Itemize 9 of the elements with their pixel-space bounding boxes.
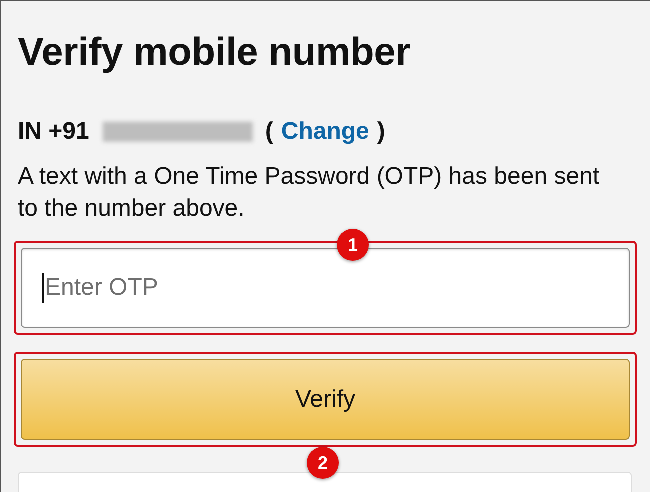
page-title: Verify mobile number	[18, 30, 412, 76]
callout-badge: 2	[307, 447, 339, 479]
country-code: IN +91	[18, 118, 90, 146]
parenthesis: )	[377, 118, 386, 146]
change-link[interactable]: Change	[281, 118, 370, 146]
verify-button[interactable]: Verify	[21, 359, 630, 440]
otp-message: A text with a One Time Password (OTP) has been sent to the number above.	[18, 162, 601, 224]
callout-badge: 1	[337, 229, 369, 261]
parenthesis: (	[265, 118, 274, 146]
